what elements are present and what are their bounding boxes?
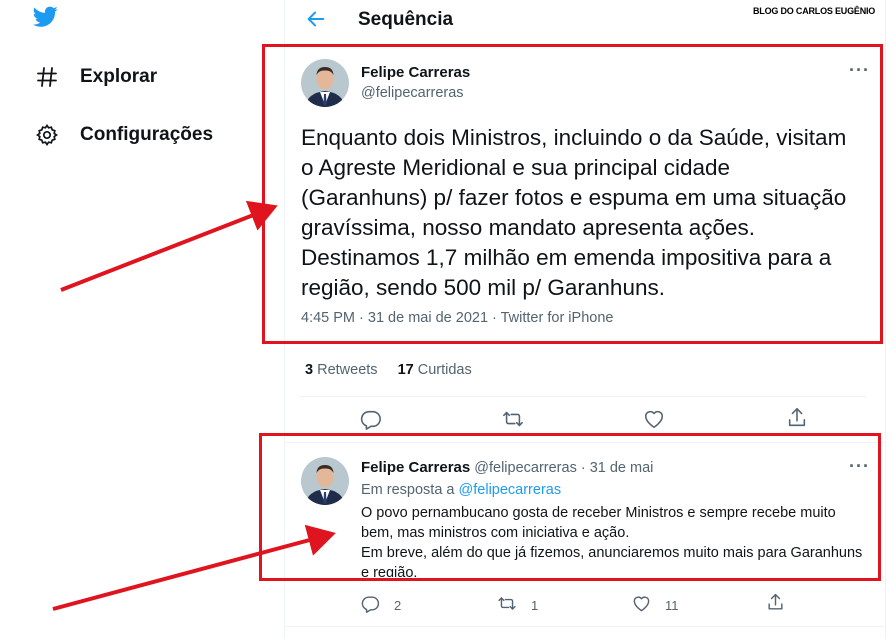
annotation-arrow [52, 524, 336, 611]
annotation-arrows [52, 200, 336, 611]
annotation-arrow [60, 200, 278, 292]
